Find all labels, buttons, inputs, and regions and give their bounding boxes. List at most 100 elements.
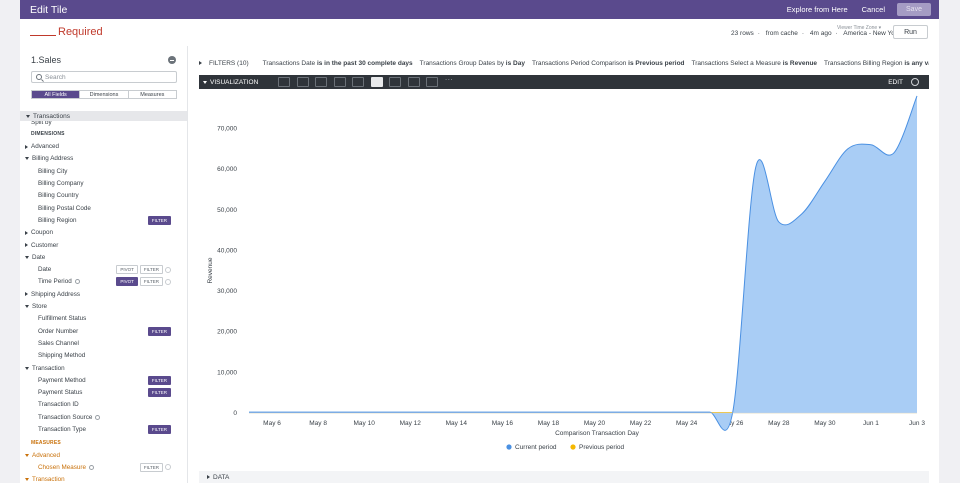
field-group-coupon[interactable]: Coupon [20,227,187,239]
field-label: Transaction ID [38,401,79,409]
run-button[interactable]: Run [893,25,928,39]
field-group-customer[interactable]: Customer [20,239,187,251]
column-chart-icon[interactable] [296,77,309,87]
info-icon[interactable] [88,464,94,470]
x-tick-label: May 16 [492,420,514,427]
field-label: Advanced [32,451,61,459]
x-tick-label: May 22 [630,420,652,427]
field-label: Billing Address [32,155,74,163]
field-type-tabs: All Fields Dimensions Measures [31,90,177,99]
field-transaction-type[interactable]: Transaction Type FILTER [20,424,187,436]
field-label: Shipping Address [31,290,81,298]
info-icon[interactable] [95,414,101,420]
tab-all-fields[interactable]: All Fields [32,91,81,98]
legend-label[interactable]: Previous period [579,444,625,451]
filter-button[interactable]: FILTER [147,215,171,225]
pie-icon[interactable] [389,77,402,87]
field-label: Time Period [38,278,72,286]
filters-bar[interactable]: FILTERS (10) Transactions Date is in the… [199,56,929,70]
collapse-icon[interactable] [168,56,176,64]
visualization-toggle[interactable]: VISUALIZATION [203,79,258,86]
save-button[interactable]: Save [897,3,931,16]
field-label: Transaction Source [38,413,93,421]
view-header-transactions[interactable]: Transactions [20,111,187,121]
field-label: Billing Region [38,216,77,224]
scatter-icon[interactable] [333,77,346,87]
tile-title-input[interactable]: Required [30,26,103,38]
field-billing-company[interactable]: Billing Company [20,178,187,190]
timezone-value[interactable]: America - New York [843,30,900,37]
bar-chart-icon[interactable] [315,77,328,87]
tab-measures[interactable]: Measures [129,91,176,98]
field-billing-postal-code[interactable]: Billing Postal Code [20,202,187,214]
field-group-transaction[interactable]: Transaction [20,362,187,374]
field-actions: PIVOT FILTER [114,277,171,287]
field-chosen-measure[interactable]: Chosen Measure FILTER [20,461,187,473]
legend-marker[interactable] [506,444,512,450]
field-fulfillment-status[interactable]: Fulfillment Status [20,313,187,325]
filter-button[interactable]: FILTER [147,388,171,398]
filter-condition: is Previous period [628,59,685,67]
x-tick-label: Jun 1 [863,420,879,427]
filter-button[interactable]: FILTER [147,326,171,336]
field-billing-country[interactable]: Billing Country [20,190,187,202]
filter-button[interactable]: FILTER [147,425,171,434]
field-time-period[interactable]: Time Period PIVOT FILTER [20,276,187,288]
field-sales-channel[interactable]: Sales Channel [20,337,187,349]
data-section-toggle[interactable]: DATA [199,471,929,483]
edit-visualization-button[interactable]: EDIT [888,79,903,86]
pivot-button[interactable]: PIVOT [116,277,138,287]
field-info-icon[interactable] [165,278,171,285]
filter-button[interactable]: FILTER [139,277,163,287]
more-icon[interactable]: ··· [445,76,457,87]
map-icon[interactable] [407,77,420,87]
field-group-billing-address[interactable]: Billing Address [20,153,187,165]
field-search[interactable] [31,71,177,83]
filter-button[interactable]: FILTER [139,462,163,472]
field-info-icon[interactable] [165,464,171,471]
table-icon[interactable] [278,77,291,87]
field-label: Customer [31,241,59,249]
cancel-button[interactable]: Cancel [862,5,885,14]
field-list: Split by DIMENSIONS Advanced Billing Addres… [20,121,187,483]
field-label: Coupon [31,229,54,237]
filter-chip[interactable]: Transactions Group Dates by is Day [420,60,525,67]
line-icon[interactable] [352,77,365,87]
field-billing-city[interactable]: Billing City [20,165,187,177]
field-group-date[interactable]: Date [20,251,187,263]
field-label: Billing Company [38,180,84,187]
pivot-button[interactable]: PIVOT [116,265,138,275]
field-transaction-id[interactable]: Transaction ID [20,399,187,411]
filter-button[interactable]: FILTER [147,375,171,385]
gear-icon[interactable] [911,78,919,86]
single-value-icon[interactable] [426,77,439,87]
area-icon[interactable] [370,77,383,87]
field-date[interactable]: Date PIVOT FILTER [20,264,187,276]
filter-chip[interactable]: Transactions Period Comparison is Previo… [532,60,685,67]
tab-dimensions[interactable]: Dimensions [80,91,129,98]
filter-chip[interactable]: Transactions Billing Region is any value [824,60,929,67]
field-group-store[interactable]: Store [20,301,187,313]
field-info-icon[interactable] [165,266,171,273]
field-order-number[interactable]: Order Number FILTER [20,325,187,337]
filter-chip[interactable]: Transactions Date is in the past 30 comp… [263,60,413,67]
field-payment-status[interactable]: Payment Status FILTER [20,387,187,399]
field-transaction-source[interactable]: Transaction Source [20,411,187,423]
field-label: Billing Postal Code [38,204,91,212]
search-input[interactable] [45,73,165,81]
legend-label[interactable]: Current period [515,444,557,451]
info-icon[interactable] [74,279,80,285]
caret-down-icon [25,453,29,457]
explore-from-here-link[interactable]: Explore from Here [787,5,848,14]
field-split-by[interactable]: Split by [20,121,187,128]
field-group-transaction[interactable]: Transaction [20,474,187,483]
field-shipping-method[interactable]: Shipping Method [20,350,187,362]
filter-chip[interactable]: Transactions Select a Measure is Revenue [692,60,818,67]
field-group-advanced[interactable]: Advanced [20,449,187,461]
filter-button[interactable]: FILTER [139,265,163,275]
field-group-advanced[interactable]: Advanced [20,141,187,153]
field-group-shipping-address[interactable]: Shipping Address [20,288,187,300]
field-billing-region[interactable]: Billing Region FILTER [20,214,187,226]
field-payment-method[interactable]: Payment Method FILTER [20,374,187,386]
legend-marker[interactable] [570,444,576,450]
